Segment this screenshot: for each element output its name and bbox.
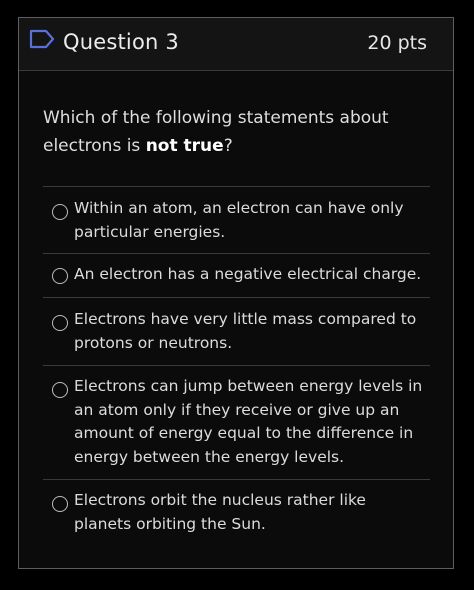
answer-option-2[interactable]: An electron has a negative electrical ch… <box>43 253 430 297</box>
answer-option-5[interactable]: Electrons orbit the nucleus rather like … <box>43 479 430 545</box>
prompt-end: ? <box>223 136 233 156</box>
flag-icon[interactable] <box>29 29 55 49</box>
answer-label: Electrons orbit the nucleus rather like … <box>74 491 366 533</box>
radio-circle-icon[interactable] <box>52 268 68 284</box>
answer-option-1[interactable]: Within an atom, an electron can have onl… <box>43 186 430 253</box>
radio-circle-icon[interactable] <box>52 382 68 398</box>
prompt-emphasis: not true <box>145 136 224 156</box>
question-prompt: Which of the following statements about … <box>43 104 433 160</box>
question-title: Question 3 <box>63 30 179 54</box>
answer-label: An electron has a negative electrical ch… <box>74 265 422 283</box>
radio-circle-icon[interactable] <box>52 204 68 220</box>
answer-label: Electrons have very little mass compared… <box>74 310 417 352</box>
answer-option-4[interactable]: Electrons can jump between energy levels… <box>43 365 430 479</box>
question-header: Question 3 20 pts <box>19 18 453 71</box>
answer-label: Within an atom, an electron can have onl… <box>74 199 404 241</box>
radio-circle-icon[interactable] <box>52 496 68 512</box>
answer-option-3[interactable]: Electrons have very little mass compared… <box>43 297 430 365</box>
question-card: Question 3 20 pts Which of the following… <box>18 17 454 569</box>
answer-list: Within an atom, an electron can have onl… <box>43 186 430 545</box>
answer-label: Electrons can jump between energy levels… <box>74 377 423 466</box>
question-points: 20 pts <box>367 32 427 54</box>
radio-circle-icon[interactable] <box>52 315 68 331</box>
